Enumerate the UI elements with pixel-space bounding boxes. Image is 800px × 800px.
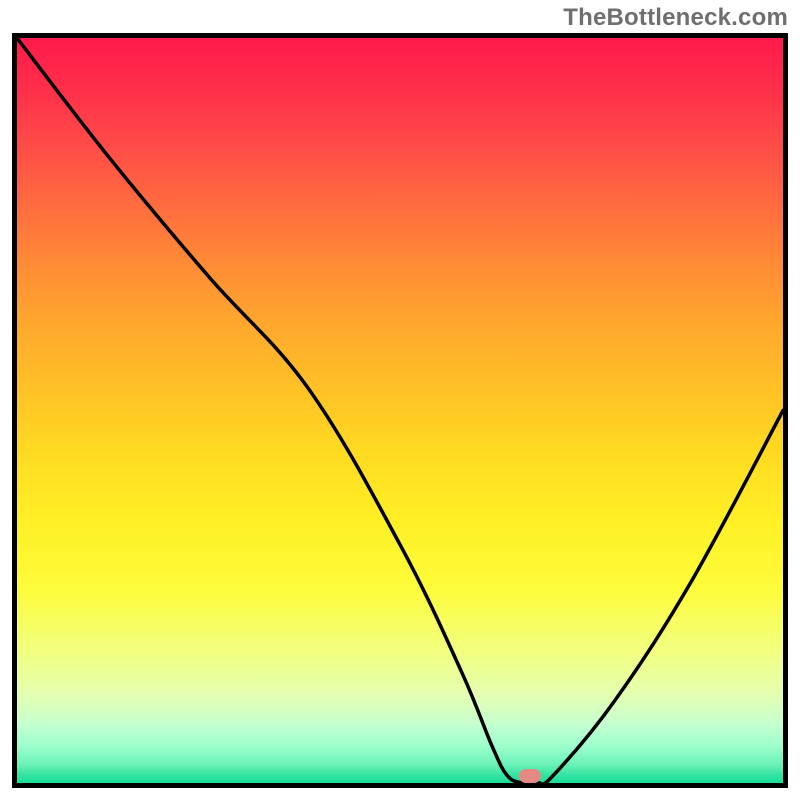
chart-container: TheBottleneck.com — [0, 0, 800, 800]
plot-area — [12, 33, 788, 788]
bottleneck-curve — [17, 38, 783, 783]
watermark-text: TheBottleneck.com — [563, 4, 788, 32]
optimal-point-marker — [519, 769, 541, 783]
